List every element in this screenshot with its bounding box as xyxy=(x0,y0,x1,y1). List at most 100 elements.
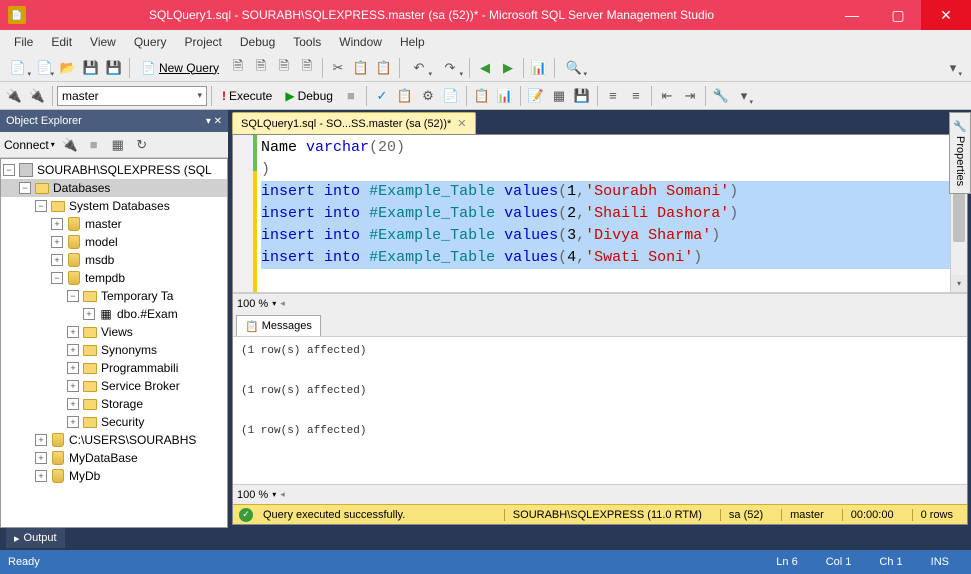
parse-button[interactable]: ✓ xyxy=(371,85,393,107)
zoom-value[interactable]: 100 % xyxy=(237,489,268,501)
connect-button[interactable]: Connect ▾ xyxy=(4,138,57,152)
intellisense-button[interactable]: 📄 xyxy=(440,85,462,107)
tab-sqlquery1[interactable]: SQLQuery1.sql - SO...SS.master (sa (52))… xyxy=(232,112,476,134)
specify-values-button[interactable]: 🔧 xyxy=(710,85,732,107)
cancel-query-button[interactable]: ■ xyxy=(340,85,362,107)
expand-icon[interactable]: + xyxy=(35,434,47,446)
undo-button[interactable]: ↶ xyxy=(404,57,434,79)
increase-indent-button[interactable]: ⇥ xyxy=(679,85,701,107)
tree-model[interactable]: +model xyxy=(1,233,227,251)
redo-button[interactable]: ↷ xyxy=(435,57,465,79)
analysis-mdx-button[interactable]: 🗎 xyxy=(250,57,272,79)
refresh-button[interactable]: ↻ xyxy=(131,134,153,156)
collapse-icon[interactable]: − xyxy=(67,290,79,302)
menu-debug[interactable]: Debug xyxy=(232,32,283,52)
tree-security[interactable]: +Security xyxy=(1,413,227,431)
tree-master[interactable]: +master xyxy=(1,215,227,233)
tree-views[interactable]: +Views xyxy=(1,323,227,341)
close-tab-icon[interactable]: ✕ xyxy=(457,117,466,130)
actual-plan-button[interactable]: 📋 xyxy=(471,85,493,107)
tab-messages[interactable]: 📋Messages xyxy=(236,315,321,336)
database-combo[interactable]: master▾ xyxy=(57,86,207,106)
add-item-button[interactable]: 📄 xyxy=(34,57,56,79)
activity-monitor-button[interactable]: 📊 xyxy=(528,57,550,79)
close-button[interactable]: ✕ xyxy=(921,0,971,30)
save-all-button[interactable]: 💾 xyxy=(103,57,125,79)
code-text[interactable]: Name varchar(20))insert into #Example_Ta… xyxy=(255,135,950,292)
expand-icon[interactable]: + xyxy=(67,326,79,338)
uncomment-button[interactable]: ≡ xyxy=(625,85,647,107)
client-stats-button[interactable]: 📊 xyxy=(494,85,516,107)
database-engine-query-button[interactable]: 🗎 xyxy=(227,57,249,79)
collapse-icon[interactable]: − xyxy=(19,182,31,194)
toolbar-options2-button[interactable]: ▾ xyxy=(733,85,755,107)
analysis-xmla-button[interactable]: 🗎 xyxy=(296,57,318,79)
menu-tools[interactable]: Tools xyxy=(285,32,329,52)
results-to-file-button[interactable]: 💾 xyxy=(571,85,593,107)
maximize-button[interactable]: ▢ xyxy=(875,0,921,30)
find-button[interactable]: 🔍 xyxy=(559,57,589,79)
tree-server[interactable]: −SOURABH\SQLEXPRESS (SQL xyxy=(1,161,227,179)
minimize-button[interactable]: — xyxy=(829,0,875,30)
change-connection-button[interactable]: 🔌 xyxy=(26,85,48,107)
tree-temporary-tables[interactable]: −Temporary Ta xyxy=(1,287,227,305)
nav-forward-button[interactable]: ▶ xyxy=(497,57,519,79)
tree-msdb[interactable]: +msdb xyxy=(1,251,227,269)
new-query-button[interactable]: 📄New Query xyxy=(134,57,226,79)
cut-button[interactable]: ✂ xyxy=(327,57,349,79)
zoom-value[interactable]: 100 % xyxy=(237,298,268,310)
filter-button[interactable]: ▦ xyxy=(107,134,129,156)
tree-databases[interactable]: −Databases xyxy=(1,179,227,197)
collapse-icon[interactable]: − xyxy=(3,164,15,176)
object-explorer-header[interactable]: Object Explorer ▾ ✕ xyxy=(0,110,228,132)
query-options-button[interactable]: ⚙ xyxy=(417,85,439,107)
expand-icon[interactable]: + xyxy=(67,362,79,374)
collapse-icon[interactable]: − xyxy=(51,272,63,284)
tree-mydatabase[interactable]: +MyDataBase xyxy=(1,449,227,467)
paste-button[interactable]: 📋 xyxy=(373,57,395,79)
open-file-button[interactable]: 📂 xyxy=(57,57,79,79)
menu-file[interactable]: File xyxy=(6,32,41,52)
analysis-dmx-button[interactable]: 🗎 xyxy=(273,57,295,79)
tree-tempdb[interactable]: −tempdb xyxy=(1,269,227,287)
toolbar-options-button[interactable]: ▾ xyxy=(942,57,964,79)
estimated-plan-button[interactable]: 📋 xyxy=(394,85,416,107)
close-panel-icon[interactable]: ▾ ✕ xyxy=(206,116,222,127)
new-project-button[interactable]: 📄 xyxy=(3,57,33,79)
code-editor[interactable]: Name varchar(20))insert into #Example_Ta… xyxy=(233,135,967,293)
menu-project[interactable]: Project xyxy=(177,32,230,52)
expand-icon[interactable]: + xyxy=(51,218,63,230)
debug-button[interactable]: ▶Debug xyxy=(279,85,339,107)
tree-synonyms[interactable]: +Synonyms xyxy=(1,341,227,359)
menu-edit[interactable]: Edit xyxy=(43,32,80,52)
execute-button[interactable]: !Execute xyxy=(216,85,278,107)
menu-view[interactable]: View xyxy=(82,32,124,52)
object-tree[interactable]: −SOURABH\SQLEXPRESS (SQL −Databases −Sys… xyxy=(0,158,228,528)
comment-button[interactable]: ≡ xyxy=(602,85,624,107)
properties-tab[interactable]: 🔧 Properties xyxy=(949,112,971,194)
tree-programmability[interactable]: +Programmabili xyxy=(1,359,227,377)
disconnect-button[interactable]: 🔌 xyxy=(59,134,81,156)
expand-icon[interactable]: + xyxy=(67,416,79,428)
stop-button[interactable]: ■ xyxy=(83,134,105,156)
save-button[interactable]: 💾 xyxy=(80,57,102,79)
tree-storage[interactable]: +Storage xyxy=(1,395,227,413)
nav-back-button[interactable]: ◀ xyxy=(474,57,496,79)
tree-mydb[interactable]: +MyDb xyxy=(1,467,227,485)
tree-cusers[interactable]: +C:\USERS\SOURABHS xyxy=(1,431,227,449)
scroll-down-icon[interactable]: ▾ xyxy=(951,275,967,292)
connect-button[interactable]: 🔌 xyxy=(3,85,25,107)
results-to-text-button[interactable]: 📝 xyxy=(525,85,547,107)
decrease-indent-button[interactable]: ⇤ xyxy=(656,85,678,107)
expand-icon[interactable]: + xyxy=(67,380,79,392)
collapse-icon[interactable]: − xyxy=(35,200,47,212)
menu-window[interactable]: Window xyxy=(331,32,390,52)
expand-icon[interactable]: + xyxy=(51,254,63,266)
messages-body[interactable]: (1 row(s) affected) (1 row(s) affected) … xyxy=(233,337,967,484)
expand-icon[interactable]: + xyxy=(35,470,47,482)
tab-output[interactable]: ▸Output xyxy=(6,528,65,548)
menu-query[interactable]: Query xyxy=(126,32,175,52)
expand-icon[interactable]: + xyxy=(67,398,79,410)
expand-icon[interactable]: + xyxy=(83,308,95,320)
expand-icon[interactable]: + xyxy=(35,452,47,464)
